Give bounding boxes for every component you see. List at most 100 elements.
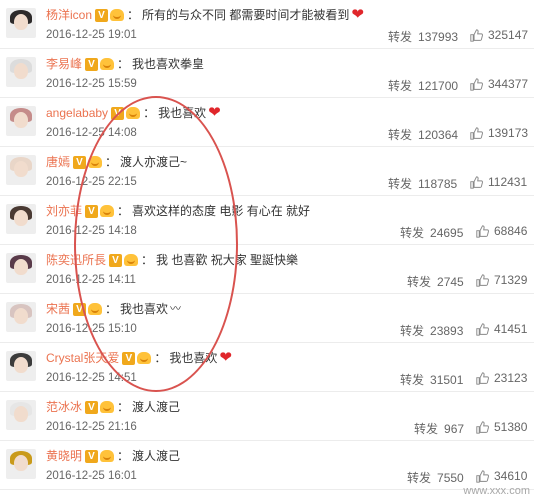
like-button[interactable]: 41451	[476, 322, 527, 336]
comment-text: 我也喜欢	[169, 351, 218, 365]
comment-text: 渡人渡己	[132, 400, 181, 414]
like-button[interactable]: 325147	[470, 28, 528, 42]
comment-date: 2016-12-25 16:01	[46, 470, 137, 482]
avatar[interactable]	[6, 57, 36, 87]
verified-icon: V	[122, 351, 136, 365]
heart-icon: ❤	[208, 104, 221, 121]
user-name-link[interactable]: 唐嫣	[46, 154, 70, 170]
like-button[interactable]: 68846	[476, 224, 527, 238]
like-button[interactable]: 344377	[470, 77, 528, 91]
verified-icon: V	[73, 302, 87, 316]
like-button[interactable]: 23123	[476, 371, 527, 385]
like-button[interactable]: 139173	[470, 126, 528, 140]
avatar[interactable]	[6, 302, 36, 332]
avatar[interactable]	[6, 351, 36, 381]
comment-date: 2016-12-25 19:01	[46, 29, 137, 41]
avatar[interactable]	[6, 8, 36, 38]
repost-button[interactable]: 转发 137993	[388, 28, 458, 45]
thumbs-up-icon	[476, 469, 489, 483]
colon-separator: ：	[117, 449, 130, 463]
repost-button[interactable]: 转发 7550	[407, 469, 464, 486]
like-count: 344377	[488, 77, 529, 91]
repost-button[interactable]: 转发 120364	[388, 126, 458, 143]
comment-list: 杨洋icon V ： 所有的与众不同 都需要时间才能被看到 ❤ 2016-12-…	[0, 0, 534, 499]
colon-separator: ：	[105, 302, 118, 316]
like-count: 112431	[488, 175, 528, 189]
colon-separator: ：	[117, 400, 130, 414]
like-count: 41451	[494, 322, 528, 336]
repost-button[interactable]: 转发 24695	[400, 224, 463, 241]
like-button[interactable]: 34610	[476, 469, 527, 483]
repost-label: 转发	[400, 226, 425, 240]
repost-button[interactable]: 转发 2745	[407, 273, 464, 290]
repost-count: 120364	[418, 128, 459, 142]
comment-date: 2016-12-25 14:51	[46, 372, 137, 384]
like-button[interactable]: 51380	[476, 420, 527, 434]
thumbs-up-icon	[476, 371, 489, 385]
thumbs-up-icon	[470, 126, 483, 140]
like-count: 34610	[494, 469, 528, 483]
like-button[interactable]: 112431	[470, 175, 527, 189]
repost-button[interactable]: 转发 967	[414, 420, 464, 437]
avatar[interactable]	[6, 449, 36, 479]
avatar[interactable]	[6, 106, 36, 136]
vip-icon	[110, 9, 125, 21]
comment-text: 我也喜欢	[158, 106, 207, 120]
comment-row: 陈奕迅所長 V ： 我 也喜歡 祝大家 聖誕快樂 2016-12-25 14:1…	[0, 245, 534, 294]
vip-icon	[88, 156, 103, 168]
repost-count: 967	[444, 422, 465, 436]
colon-separator: ：	[141, 253, 154, 267]
comment-row: 唐嫣 V ： 渡人亦渡己~ 2016-12-25 22:15 转发 118785 …	[0, 147, 534, 196]
avatar[interactable]	[6, 253, 36, 283]
comment-row: 范冰冰 V ： 渡人渡己 2016-12-25 21:16 转发 967 5138…	[0, 392, 534, 441]
comment-line: 刘亦菲 V ： 喜欢这样的态度 电影 有心在 就好	[46, 203, 310, 219]
avatar[interactable]	[6, 204, 36, 234]
repost-button[interactable]: 转发 23893	[400, 322, 463, 339]
user-name-link[interactable]: 黄晓明	[46, 448, 82, 464]
user-name-link[interactable]: 陈奕迅所長	[46, 252, 106, 268]
colon-separator: ：	[154, 351, 167, 365]
heart-icon: ❤	[351, 6, 364, 23]
avatar[interactable]	[6, 400, 36, 430]
colon-separator: ：	[105, 155, 118, 169]
user-name-link[interactable]: 刘亦菲	[46, 203, 82, 219]
comment-date: 2016-12-25 14:08	[46, 127, 137, 139]
repost-button[interactable]: 转发 118785	[388, 175, 457, 192]
emoji-icon: 〰	[170, 303, 182, 315]
user-name-link[interactable]: 范冰冰	[46, 399, 82, 415]
comment-row: 黄晓明 V ： 渡人渡己 2016-12-25 16:01 转发 7550 346…	[0, 441, 534, 490]
verified-icon: V	[85, 400, 99, 414]
comment-text: 我也喜欢	[120, 302, 169, 316]
repost-label: 转发	[400, 373, 425, 387]
vip-icon	[100, 450, 115, 462]
verified-icon: V	[109, 253, 123, 267]
comment-text: 渡人渡己	[132, 449, 181, 463]
repost-count: 2745	[437, 275, 464, 289]
user-name-link[interactable]: Crystal张天爱	[46, 350, 119, 366]
repost-button[interactable]: 转发 31501	[400, 371, 463, 388]
verified-icon: V	[85, 204, 99, 218]
repost-button[interactable]: 转发 121700	[388, 77, 458, 94]
user-name-link[interactable]: 李易峰	[46, 56, 82, 72]
colon-separator: ：	[127, 8, 140, 22]
comment-date: 2016-12-25 21:16	[46, 421, 137, 433]
comment-row: 刘亦菲 V ： 喜欢这样的态度 电影 有心在 就好 2016-12-25 14:…	[0, 196, 534, 245]
repost-label: 转发	[414, 422, 439, 436]
user-name-link[interactable]: 宋茜	[46, 301, 70, 317]
thumbs-up-icon	[470, 28, 483, 42]
comment-line: angelababy V ： 我也喜欢 ❤	[46, 105, 221, 121]
thumbs-up-icon	[476, 273, 489, 287]
like-button[interactable]: 71329	[476, 273, 527, 287]
vip-icon	[100, 401, 115, 413]
repost-label: 转发	[388, 79, 413, 93]
comment-date: 2016-12-25 22:15	[46, 176, 137, 188]
avatar[interactable]	[6, 155, 36, 185]
user-name-link[interactable]: angelababy	[46, 105, 108, 121]
repost-count: 31501	[430, 373, 464, 387]
vip-icon	[100, 58, 115, 70]
user-name-link[interactable]: 杨洋icon	[46, 7, 92, 23]
repost-count: 118785	[418, 177, 458, 191]
colon-separator: ：	[117, 204, 130, 218]
comment-row: Crystal张天爱 V ： 我也喜欢 ❤ 2016-12-25 14:51 转…	[0, 343, 534, 392]
comment-text: 我也喜欢拳皇	[132, 57, 205, 71]
